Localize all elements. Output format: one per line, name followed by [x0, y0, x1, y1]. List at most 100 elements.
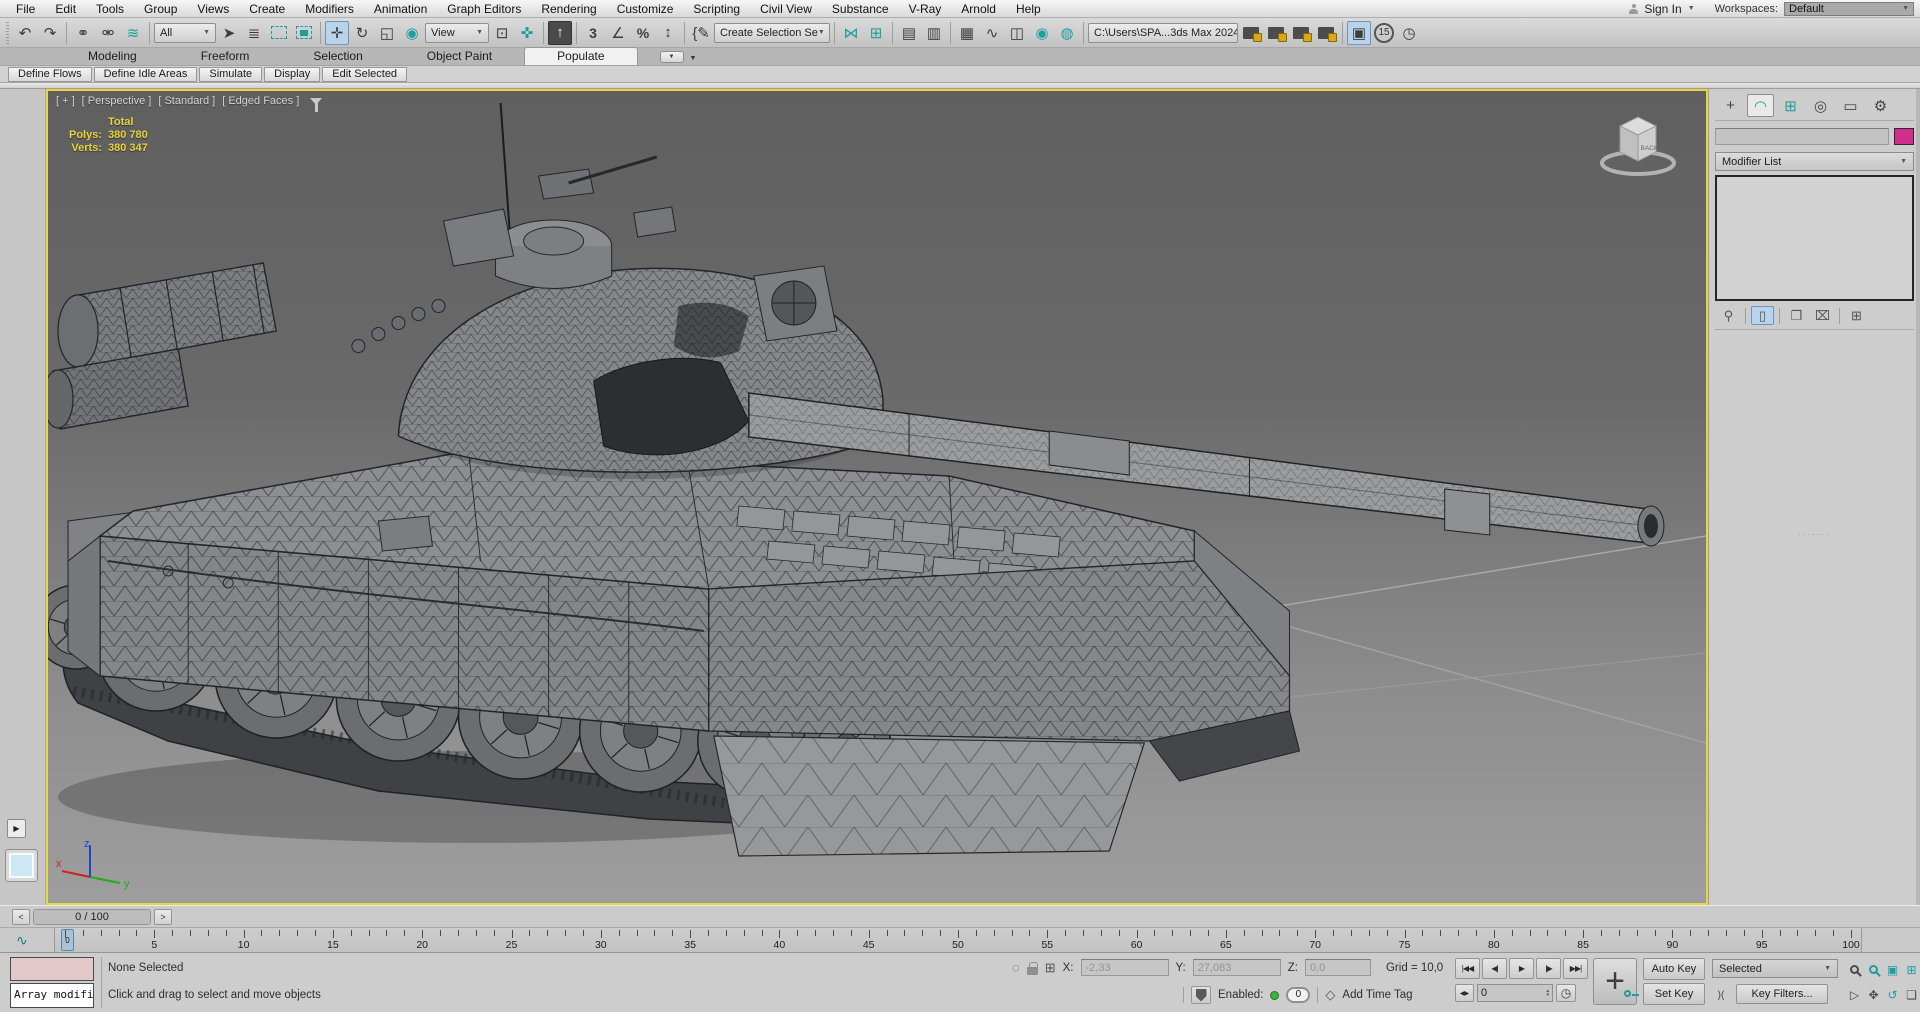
menu-modifiers[interactable]: Modifiers	[295, 2, 364, 16]
pin-stack-icon[interactable]: ⚲	[1717, 306, 1740, 325]
ribbon-tab-selection[interactable]: Selection	[281, 48, 394, 65]
render-count-badge[interactable]: 15	[1374, 22, 1394, 43]
zoom-extents-icon[interactable]: ▣	[1883, 957, 1902, 982]
orbit-icon[interactable]: ↺	[1883, 982, 1902, 1007]
object-color-swatch[interactable]	[1894, 128, 1914, 145]
track-bar-ruler[interactable]: 0 5 10 15 20 25 30 35 40 45 50 55 60 65 70 75 80 85 90 95 1…	[54, 928, 1862, 952]
workspace-dropdown[interactable]: Default ▼	[1784, 1, 1914, 16]
percent-snap-icon[interactable]: %	[631, 21, 655, 45]
make-unique-icon[interactable]: ❐	[1785, 306, 1808, 325]
viewport-pov-menu[interactable]: [ Perspective ]	[82, 95, 152, 107]
mirror-icon[interactable]: ⋈	[839, 21, 863, 45]
current-frame-field[interactable]: 0 ▴ ▾	[1477, 984, 1553, 1002]
viewport-general-menu[interactable]: [ + ]	[56, 95, 75, 107]
mini-curve-editor-icon[interactable]: ∿	[0, 928, 54, 952]
previous-frame-button[interactable]: ◀|	[1482, 958, 1507, 979]
time-configuration-button[interactable]: ◷	[1556, 984, 1576, 1002]
selection-set-dropdown[interactable]: Create Selection Se ▼	[714, 22, 830, 43]
hierarchy-tab[interactable]: ⊞	[1777, 94, 1804, 117]
schematic-view-icon[interactable]: ◫	[1005, 21, 1029, 45]
absolute-mode-icon[interactable]: ⊞	[1045, 960, 1056, 976]
isolate-selection-icon[interactable]: ◌	[1012, 960, 1020, 975]
key-mode-dropdown[interactable]: Selected ▼	[1712, 959, 1838, 978]
security-counter[interactable]: 0	[1286, 987, 1311, 1003]
menu-group[interactable]: Group	[134, 2, 187, 16]
toolbar-drag-handle[interactable]	[6, 21, 9, 44]
y-coordinate-field[interactable]: 27,083	[1192, 959, 1281, 976]
select-and-move-icon[interactable]: ✛	[325, 20, 349, 45]
select-and-scale-icon[interactable]: ◱	[375, 21, 399, 45]
configure-modifier-sets-icon[interactable]: ⊞	[1845, 306, 1868, 325]
ribbon-tab-freeform[interactable]: Freeform	[169, 48, 282, 65]
pan-icon[interactable]: ✥	[1864, 982, 1883, 1007]
ribbon-tab-populate[interactable]: Populate	[524, 47, 638, 65]
play-button[interactable]: ▶	[1509, 958, 1534, 979]
menu-substance[interactable]: Substance	[822, 2, 899, 16]
ribbon-subtab-display[interactable]: Display	[264, 66, 321, 82]
viewport-shading-menu[interactable]: [ Edged Faces ]	[222, 95, 299, 107]
snap-3d-icon[interactable]: 3	[581, 21, 605, 45]
z-coordinate-field[interactable]: 0,0	[1304, 959, 1371, 976]
angle-snap-icon[interactable]: ∠	[606, 21, 630, 45]
render-history-icon[interactable]: ▣	[1347, 20, 1371, 45]
select-and-place-icon[interactable]: ◉	[400, 21, 424, 45]
go-to-start-button[interactable]: |◀◀	[1455, 958, 1480, 979]
redo-icon[interactable]: ↷	[38, 21, 62, 45]
view-cube-face-label[interactable]: BACK	[1641, 145, 1659, 152]
sign-in-button[interactable]: Sign In	[1644, 2, 1681, 16]
material-editor-icon[interactable]: ◉	[1030, 21, 1054, 45]
auto-key-button[interactable]: Auto Key	[1643, 958, 1705, 980]
maxscript-listener-input[interactable]: Array modifi	[10, 983, 94, 1008]
scene-security-button[interactable]	[1191, 986, 1211, 1004]
maximize-viewport-icon[interactable]: ❏	[1902, 982, 1920, 1007]
motion-tab[interactable]: ◎	[1807, 94, 1834, 117]
x-coordinate-field[interactable]: -2,33	[1080, 959, 1169, 976]
named-selection-sets-icon[interactable]: {✎	[689, 21, 713, 45]
bind-to-space-warp-icon[interactable]: ≋	[121, 21, 145, 45]
modifier-list-dropdown[interactable]: Modifier List ▼	[1715, 152, 1914, 171]
ribbon-minimize-button[interactable]: ▼	[659, 51, 684, 63]
menu-customize[interactable]: Customize	[607, 2, 684, 16]
spinner-down-icon[interactable]: ▾	[1546, 993, 1549, 998]
monitor-plus-icon[interactable]	[1289, 21, 1313, 45]
menu-views[interactable]: Views	[187, 2, 239, 16]
menu-civil-view[interactable]: Civil View	[750, 2, 822, 16]
modify-tab[interactable]: ◠	[1747, 94, 1774, 117]
menu-help[interactable]: Help	[1006, 2, 1051, 16]
selection-lock-icon[interactable]	[1026, 961, 1038, 975]
monitor-folder-icon[interactable]	[1264, 21, 1288, 45]
set-keys-button[interactable]: +	[1593, 958, 1639, 1005]
reference-coordinate-dropdown[interactable]: View ▼	[425, 22, 489, 43]
expand-trackbar-button[interactable]: ▶	[7, 819, 26, 838]
align-icon[interactable]: ⊞	[864, 21, 888, 45]
next-frame-button[interactable]: |▶	[1536, 958, 1561, 979]
menu-file[interactable]: File	[6, 2, 45, 16]
select-and-link-icon[interactable]: ⚭	[71, 21, 95, 45]
ribbon-subtab-edit-selected[interactable]: Edit Selected	[322, 66, 408, 82]
unlink-selection-icon[interactable]: ⚮	[96, 21, 120, 45]
utilities-tab[interactable]: ⚙	[1867, 94, 1894, 117]
default-in-out-tangents-icon[interactable]: )(	[1710, 986, 1732, 1004]
select-object-icon[interactable]: ➤	[217, 21, 241, 45]
render-time-icon[interactable]: ◷	[1397, 21, 1421, 45]
perspective-viewport[interactable]: [ + ] [ Perspective ] [ Standard ] [ Edg…	[46, 89, 1708, 905]
create-tab[interactable]: +	[1717, 94, 1744, 117]
project-folder-dropdown[interactable]: C:\Users\SPA...3ds Max 2024▼	[1088, 22, 1238, 43]
menu-rendering[interactable]: Rendering	[531, 2, 606, 16]
view-cube[interactable]: BACK	[1592, 107, 1684, 179]
keyboard-override-icon[interactable]: ↑	[548, 20, 572, 45]
zoom-all-icon[interactable]	[1864, 957, 1883, 982]
display-tab[interactable]: ▭	[1837, 94, 1864, 117]
ribbon-options-caret-icon[interactable]: ▼	[690, 55, 697, 62]
object-name-field[interactable]	[1715, 128, 1889, 145]
scene-explorer-icon[interactable]: ▤	[897, 21, 921, 45]
selection-filter-dropdown[interactable]: All ▼	[154, 22, 216, 43]
curve-editor-icon[interactable]: ∿	[980, 21, 1004, 45]
ribbon-tab-modeling[interactable]: Modeling	[56, 48, 169, 65]
key-filters-button[interactable]: Key Filters...	[1736, 984, 1828, 1004]
viewport-layout-tab-button[interactable]	[5, 849, 38, 882]
set-key-button[interactable]: Set Key	[1643, 983, 1705, 1005]
menu-create[interactable]: Create	[239, 2, 295, 16]
ribbon-subtab-simulate[interactable]: Simulate	[199, 66, 263, 82]
menu-tools[interactable]: Tools	[86, 2, 134, 16]
